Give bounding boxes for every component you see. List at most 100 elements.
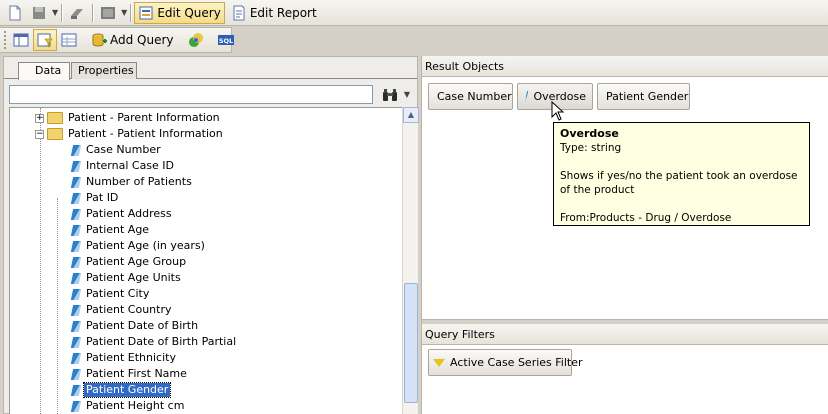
save-dropdown-icon[interactable]: ▼ xyxy=(52,8,58,17)
edit-report-button[interactable]: Edit Report xyxy=(227,2,321,24)
tree-item-patient-city[interactable]: Patient City xyxy=(70,286,151,302)
dimension-icon xyxy=(70,320,82,332)
dimension-icon xyxy=(70,160,82,172)
dimension-icon xyxy=(70,176,82,188)
folder-icon xyxy=(47,112,63,124)
add-query-button[interactable]: Add Query xyxy=(87,29,178,51)
data-panel: Data Properties ▼ + Patient - Parent Inf… xyxy=(3,56,419,414)
tooltip-description: Shows if yes/no the patient took an over… xyxy=(560,170,798,196)
add-query-icon xyxy=(91,32,107,48)
tree-item-case-number[interactable]: Case Number xyxy=(70,142,163,158)
collapse-icon[interactable]: − xyxy=(35,129,44,139)
view-icon xyxy=(100,5,116,21)
tab-data[interactable]: Data xyxy=(18,62,70,80)
tree-folder-parent-information[interactable]: + Patient - Parent Information xyxy=(35,110,222,126)
filter-pane-icon xyxy=(37,32,53,48)
tree-item-label: Number of Patients xyxy=(86,175,192,188)
tooltip-type: Type: string xyxy=(560,142,622,154)
dimension-icon xyxy=(70,384,82,396)
dimension-icon xyxy=(70,368,82,380)
query-filters-area[interactable]: Active Case Series Filter xyxy=(422,345,828,414)
edit-query-label: Edit Query xyxy=(157,5,221,20)
scroll-up-button[interactable]: ▲ xyxy=(403,107,419,123)
tree-item-patient-date-of-birth-partial[interactable]: Patient Date of Birth Partial xyxy=(70,334,238,350)
tree-item-patient-height-cm[interactable]: Patient Height cm xyxy=(70,398,186,414)
svg-text:SQL: SQL xyxy=(218,37,232,45)
toolbar-grip[interactable] xyxy=(4,31,6,49)
tree-item-label: Internal Case ID xyxy=(86,159,175,172)
filter-label: Active Case Series Filter xyxy=(450,356,583,369)
tree-item-label: Patient Age (in years) xyxy=(86,239,205,252)
tree-item-patient-first-name[interactable]: Patient First Name xyxy=(70,366,189,382)
sql-button[interactable]: SQL xyxy=(214,29,238,51)
tree-folder-label: Patient - Patient Information xyxy=(68,127,223,140)
scroll-thumb[interactable] xyxy=(404,283,418,403)
save-button[interactable] xyxy=(27,2,51,24)
edit-query-button[interactable]: Edit Query xyxy=(134,1,225,24)
tree-item-patient-age-group[interactable]: Patient Age Group xyxy=(70,254,188,270)
tree-item-patient-gender[interactable]: Patient Gender xyxy=(70,382,172,398)
dimension-icon xyxy=(70,288,82,300)
tree-item-label: Patient Address xyxy=(86,207,172,220)
tree-item-label: Patient Age xyxy=(86,223,150,236)
result-object-label: Patient Gender xyxy=(606,90,689,103)
dimension-icon xyxy=(70,192,82,204)
layout-button[interactable] xyxy=(9,29,33,51)
new-document-icon xyxy=(7,5,23,21)
tree-item-label: Patient Date of Birth Partial xyxy=(86,335,237,348)
separator xyxy=(61,3,63,22)
tree-item-number-of-patients[interactable]: Number of Patients xyxy=(70,174,194,190)
tree-item-label: Patient Age Units xyxy=(86,271,181,284)
tree-item-label: Case Number xyxy=(86,143,161,156)
expand-icon[interactable]: + xyxy=(35,113,44,123)
separator xyxy=(92,3,94,22)
open-folder-icon xyxy=(47,128,63,140)
view-dropdown-icon[interactable]: ▼ xyxy=(121,8,127,17)
search-input[interactable] xyxy=(9,85,373,104)
tree-item-patient-age-years[interactable]: Patient Age (in years) xyxy=(70,238,207,254)
new-document-button[interactable] xyxy=(3,2,27,24)
dimension-icon xyxy=(70,336,82,348)
view-button[interactable] xyxy=(96,2,120,24)
add-query-label: Add Query xyxy=(110,33,174,47)
query-toolbar: Add Query SQL xyxy=(0,27,234,53)
tree-item-patient-age-units[interactable]: Patient Age Units xyxy=(70,270,183,286)
result-objects-title: Result Objects xyxy=(422,56,828,77)
tab-properties[interactable]: Properties xyxy=(71,62,137,79)
tree-item-patient-address[interactable]: Patient Address xyxy=(70,206,174,222)
dimension-icon xyxy=(70,144,82,156)
find-dropdown-icon[interactable]: ▼ xyxy=(404,90,410,99)
save-icon xyxy=(31,5,47,21)
tree-item-patient-country[interactable]: Patient Country xyxy=(70,302,174,318)
filter-pane-button[interactable] xyxy=(33,29,57,51)
tree-line xyxy=(57,198,58,414)
combined-query-button[interactable] xyxy=(184,29,208,51)
tree-item-label: Patient City xyxy=(86,287,150,300)
tooltip-title: Overdose xyxy=(560,127,619,140)
tree-item-patient-date-of-birth[interactable]: Patient Date of Birth xyxy=(70,318,200,334)
tree-item-internal-case-id[interactable]: Internal Case ID xyxy=(70,158,176,174)
dimension-icon xyxy=(70,224,82,236)
tree-item-label: Patient Date of Birth xyxy=(86,319,199,332)
tree-item-label: Patient Gender xyxy=(82,382,172,398)
tree-folder-label: Patient - Parent Information xyxy=(68,111,220,124)
tree-item-patient-ethnicity[interactable]: Patient Ethnicity xyxy=(70,350,178,366)
tree-scrollbar[interactable]: ▲ xyxy=(402,107,419,414)
tree-item-label: Patient First Name xyxy=(86,367,187,380)
tooltip-source: From:Products - Drug / Overdose xyxy=(560,212,732,224)
edit-report-label: Edit Report xyxy=(249,5,317,20)
result-object-patient-gender[interactable]: Patient Gender xyxy=(597,83,690,110)
combined-query-icon xyxy=(188,32,204,48)
print-button[interactable] xyxy=(65,2,89,24)
tree-line xyxy=(40,108,41,414)
filter-active-case-series[interactable]: Active Case Series Filter xyxy=(428,349,583,376)
result-object-label: Case Number xyxy=(437,90,512,103)
eraser-icon xyxy=(69,5,85,21)
data-preview-button[interactable] xyxy=(57,29,81,51)
tree-item-patient-age[interactable]: Patient Age xyxy=(70,222,151,238)
tree-item-pat-id[interactable]: Pat ID xyxy=(70,190,120,206)
dimension-icon xyxy=(70,208,82,220)
result-object-case-number[interactable]: Case Number xyxy=(428,83,513,110)
find-button[interactable]: ▼ xyxy=(378,84,414,105)
tree-folder-patient-information[interactable]: − Patient - Patient Information xyxy=(35,126,225,142)
